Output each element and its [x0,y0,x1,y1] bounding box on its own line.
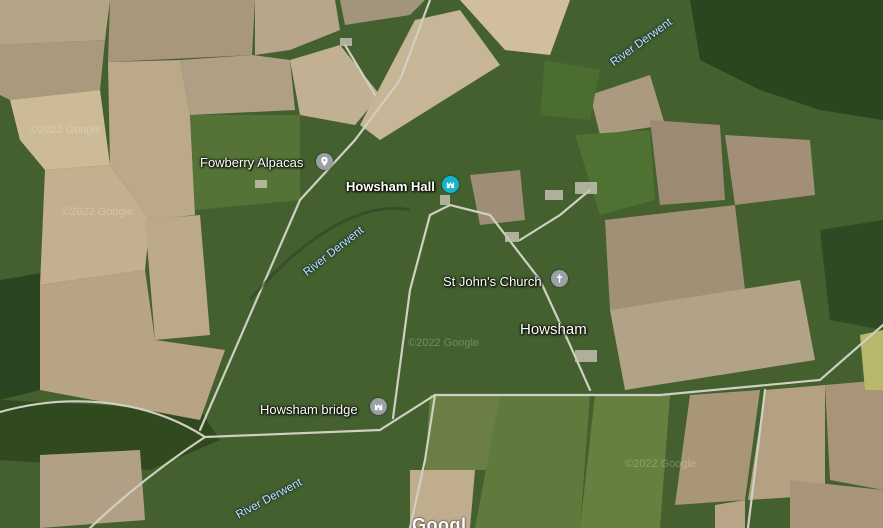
copyright-watermark: ©2022 Google [625,458,697,470]
google-logo: Googl [412,515,467,528]
castle-icon[interactable] [442,176,459,193]
place-label-fowberry-alpacas[interactable]: Fowberry Alpacas [200,155,303,170]
church-cross-icon[interactable] [551,270,568,287]
copyright-watermark: ©2022 Google [30,124,102,136]
place-label-st-johns-church[interactable]: St John's Church [443,274,542,289]
satellite-map[interactable]: ©2022 Google ©2022 Google ©2022 Google ©… [0,0,883,528]
place-label-howsham-bridge[interactable]: Howsham bridge [260,402,358,417]
place-label-howsham[interactable]: Howsham [520,321,587,338]
place-label-howsham-hall[interactable]: Howsham Hall [346,179,435,194]
satellite-imagery [0,0,883,528]
map-pin-icon[interactable] [316,153,333,170]
copyright-watermark: ©2022 Google [408,337,480,349]
bridge-landmark-icon[interactable] [370,398,387,415]
copyright-watermark: ©2022 Google [62,206,134,218]
